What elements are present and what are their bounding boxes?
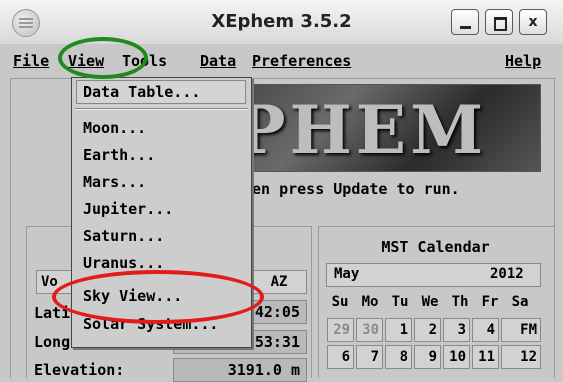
highlight-ring-view-menu bbox=[58, 37, 148, 79]
status-message: en press Update to run. bbox=[252, 180, 460, 198]
calendar-day[interactable]: 7 bbox=[356, 345, 383, 369]
dow-label: Sa bbox=[511, 294, 529, 310]
calendar-month: May bbox=[334, 266, 360, 282]
calendar-day[interactable]: 4 bbox=[472, 318, 499, 342]
calendar-day[interactable]: 2 bbox=[414, 318, 441, 342]
calendar-day[interactable]: 1 bbox=[385, 318, 412, 342]
close-button[interactable]: x bbox=[519, 9, 547, 35]
maximize-icon bbox=[494, 17, 507, 31]
elevation-value[interactable]: 3191.0 m bbox=[173, 358, 307, 382]
calendar-year: 2012 bbox=[490, 266, 524, 282]
menu-preferences[interactable]: Preferences bbox=[252, 52, 351, 70]
dow-label: Fr bbox=[481, 294, 499, 310]
highlight-ring-sky-view bbox=[52, 270, 264, 324]
minimize-button[interactable] bbox=[451, 9, 479, 35]
menu-item-moon[interactable]: Moon... bbox=[83, 119, 146, 137]
dow-label: Th bbox=[451, 294, 469, 310]
calendar-day[interactable]: 30 bbox=[356, 318, 383, 342]
maximize-button[interactable] bbox=[485, 9, 513, 35]
calendar-day[interactable]: 3 bbox=[443, 318, 470, 342]
calendar-day[interactable]: 10 bbox=[443, 345, 470, 369]
calendar-day[interactable]: 9 bbox=[414, 345, 441, 369]
calendar-title: MST Calendar bbox=[381, 238, 490, 256]
menu-data[interactable]: Data bbox=[200, 52, 236, 70]
menu-help[interactable]: Help bbox=[505, 52, 541, 70]
menu-separator bbox=[75, 108, 248, 110]
menu-file[interactable]: File bbox=[13, 52, 49, 70]
menu-item-mars[interactable]: Mars... bbox=[83, 173, 146, 191]
minimize-icon bbox=[460, 26, 471, 29]
calendar-day-full-moon[interactable]: FM bbox=[501, 318, 541, 342]
calendar-day[interactable]: 11 bbox=[472, 345, 499, 369]
dow-label: Mo bbox=[361, 294, 379, 310]
dow-label: We bbox=[421, 294, 439, 310]
menu-item-data-table[interactable]: Data Table... bbox=[83, 83, 200, 101]
menu-item-jupiter[interactable]: Jupiter... bbox=[83, 200, 173, 218]
elevation-label: Elevation: bbox=[34, 361, 125, 379]
dow-label: Su bbox=[331, 294, 349, 310]
dow-label: Tu bbox=[391, 294, 409, 310]
calendar-day[interactable]: 12 bbox=[501, 345, 541, 369]
calendar-day[interactable]: 29 bbox=[327, 318, 354, 342]
menu-item-earth[interactable]: Earth... bbox=[83, 146, 155, 164]
calendar-day[interactable]: 8 bbox=[385, 345, 412, 369]
menu-item-saturn[interactable]: Saturn... bbox=[83, 227, 164, 245]
calendar-day[interactable]: 6 bbox=[327, 345, 354, 369]
